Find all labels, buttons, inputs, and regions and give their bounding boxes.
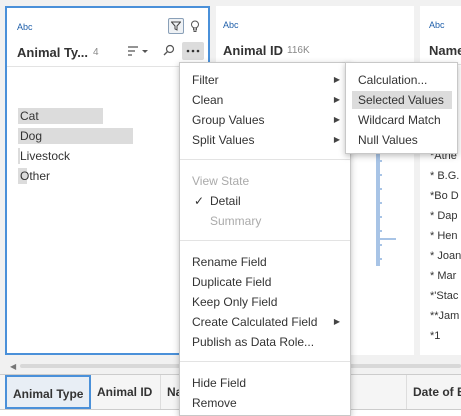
menu-item-duplicate-field[interactable]: Duplicate Field xyxy=(192,275,271,289)
menu-item-detail[interactable]: Detail xyxy=(210,194,241,208)
menu-item-remove[interactable]: Remove xyxy=(192,396,237,410)
search-icon[interactable] xyxy=(162,43,176,57)
field-count: 116K xyxy=(287,45,310,56)
submenu-item-wildcard-match[interactable]: Wildcard Match xyxy=(358,113,441,127)
list-item[interactable]: **Jam xyxy=(430,310,459,322)
value-bar-label: Dog xyxy=(20,129,43,143)
menu-item-group-values[interactable]: Group Values xyxy=(192,113,265,127)
data-type-label: Abc xyxy=(429,20,445,30)
submenu-arrow-icon: ▶ xyxy=(333,95,340,104)
sort-icon[interactable] xyxy=(126,44,150,58)
lightbulb-icon[interactable] xyxy=(188,18,202,34)
column-header-date-of-birth[interactable]: Date of B xyxy=(406,375,461,409)
field-name: Animal Ty... xyxy=(17,45,89,60)
value-bar[interactable]: Dog xyxy=(18,128,168,144)
menu-divider xyxy=(180,159,350,160)
menu-divider xyxy=(180,240,350,241)
menu-divider xyxy=(180,361,350,362)
value-bar-label: Livestock xyxy=(20,149,71,163)
submenu-arrow-icon: ▶ xyxy=(333,317,340,326)
value-bar[interactable]: Livestock xyxy=(18,148,168,164)
value-bar[interactable]: Other xyxy=(18,168,168,184)
list-item[interactable]: *'Stac xyxy=(430,290,458,302)
header-divider xyxy=(7,66,208,67)
more-options-icon[interactable] xyxy=(182,42,204,60)
list-item[interactable]: * Mar xyxy=(430,270,456,282)
list-item[interactable]: *Bo D xyxy=(430,190,459,202)
menu-item-summary: Summary xyxy=(210,214,262,228)
column-header-animal-type[interactable]: Animal Type xyxy=(5,375,91,409)
menu-item-keep-only-field[interactable]: Keep Only Field xyxy=(192,295,277,309)
filter-icon[interactable] xyxy=(168,18,184,34)
list-item[interactable]: * Hen xyxy=(430,230,458,242)
menu-item-clean[interactable]: Clean xyxy=(192,93,223,107)
menu-item-filter[interactable]: Filter xyxy=(192,73,219,87)
field-name: Animal ID xyxy=(223,43,283,58)
menu-item-publish-as-data-role[interactable]: Publish as Data Role... xyxy=(192,335,314,349)
submenu-item-null-values[interactable]: Null Values xyxy=(358,133,418,147)
submenu-arrow-icon: ▶ xyxy=(333,75,340,84)
value-bar[interactable]: Cat xyxy=(18,108,168,124)
submenu-arrow-icon: ▶ xyxy=(333,135,340,144)
submenu-arrow-icon: ▶ xyxy=(333,115,340,124)
list-item[interactable]: * B.G. xyxy=(430,170,459,182)
menu-item-hide-field[interactable]: Hide Field xyxy=(192,376,246,390)
list-item[interactable]: * Dap xyxy=(430,210,458,222)
filter-submenu: Calculation... Selected Values Wildcard … xyxy=(345,62,458,154)
field-name: Name xyxy=(429,43,461,58)
field-context-menu: Filter ▶ Clean ▶ Group Values ▶ Split Va… xyxy=(179,62,351,416)
field-count: 4 xyxy=(93,47,99,58)
column-header-animal-id[interactable]: Animal ID xyxy=(91,375,161,409)
menu-section-view-state: View State xyxy=(192,174,250,188)
value-bar-label: Other xyxy=(20,169,51,183)
menu-item-rename-field[interactable]: Rename Field xyxy=(192,255,267,269)
submenu-item-calculation[interactable]: Calculation... xyxy=(358,73,427,87)
scroll-left-arrow-icon[interactable]: ◀ xyxy=(10,362,16,371)
data-type-label: Abc xyxy=(223,20,239,30)
submenu-item-selected-values[interactable]: Selected Values xyxy=(358,93,444,107)
value-bar-label: Cat xyxy=(20,109,39,123)
check-icon: ✓ xyxy=(194,194,205,208)
data-type-label: Abc xyxy=(17,22,33,32)
list-item[interactable]: * Joan xyxy=(430,250,461,262)
distribution-tick xyxy=(376,264,380,266)
list-item[interactable]: *1 xyxy=(430,330,440,342)
menu-item-split-values[interactable]: Split Values xyxy=(192,133,254,147)
menu-item-create-calculated-field[interactable]: Create Calculated Field xyxy=(192,315,317,329)
